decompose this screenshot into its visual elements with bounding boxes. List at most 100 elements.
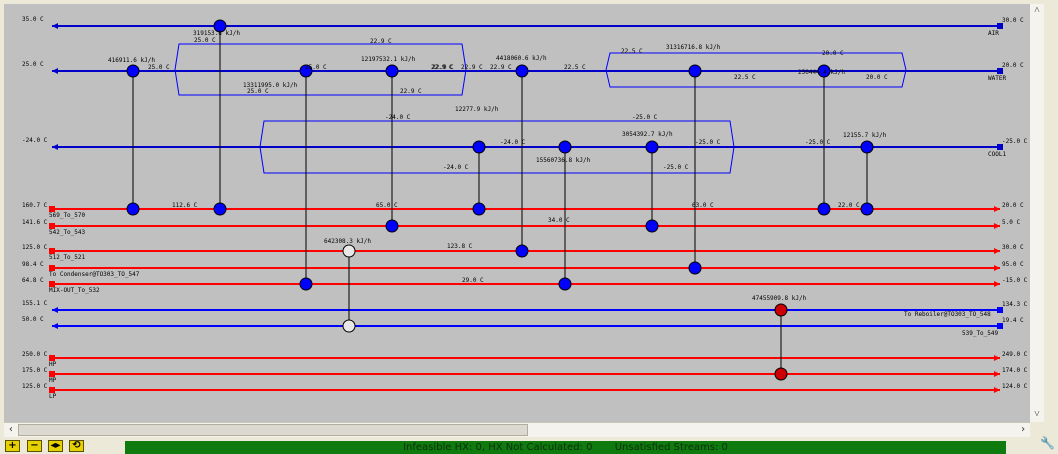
intermediate-temp: 22.5 C <box>734 74 756 81</box>
stream-inlet-temp: 19.4 C <box>1002 317 1024 324</box>
exchanger-node <box>342 244 356 258</box>
heat-exchanger-network-grid[interactable]: 30.0 C 35.0 C AIR 20.0 C 25.0 C WATER -25.0 C -… <box>0 0 1058 454</box>
exchanger-node <box>860 140 874 154</box>
exchanger-node <box>774 367 788 381</box>
intermediate-temp: -25.0 C <box>695 139 721 146</box>
exchanger-node <box>213 202 227 216</box>
exchanger-node <box>817 202 831 216</box>
intermediate-temp: 22.9 C <box>461 64 483 71</box>
exchanger-node <box>860 202 874 216</box>
zoom-in-button[interactable]: + <box>5 440 20 452</box>
stream-label: AIR <box>988 30 999 37</box>
stream-label: To Reboiler@TO303_TO_548 <box>904 311 991 318</box>
status-bar: Infeasible HX: 0, HX Not Calculated: 0 U… <box>125 441 1006 454</box>
stream-outlet-temp: 174.0 C <box>1002 367 1028 374</box>
vertical-scrollbar[interactable]: ˄ ˅ <box>1030 4 1044 422</box>
stream-outlet-temp: 20.0 C <box>1002 202 1024 209</box>
scroll-up-icon[interactable]: ˄ <box>1030 4 1044 18</box>
stream-label: LP <box>49 393 57 400</box>
intermediate-temp: 22.5 C <box>564 64 586 71</box>
exchanger-duty: 319153.8 kJ/h <box>193 30 240 37</box>
stream-outlet-temp: 50.0 C <box>22 316 44 323</box>
intermediate-temp: 22.0 C <box>838 202 860 209</box>
exchanger-duty: 642308.3 kJ/h <box>324 238 371 245</box>
stream-label: MP <box>49 377 57 384</box>
stream-outlet-temp: 155.1 C <box>22 300 48 307</box>
stream-inlet-temp: 30.0 C <box>1002 17 1024 24</box>
exchanger-node <box>385 219 399 233</box>
exchanger-node <box>472 202 486 216</box>
exchanger-node <box>558 277 572 291</box>
stream-inlet-temp: 141.6 C <box>22 219 48 226</box>
intermediate-temp: 25.0 C <box>247 88 269 95</box>
stream-inlet-temp: 160.7 C <box>22 202 48 209</box>
exchanger-node <box>299 277 313 291</box>
exchanger-duty: 250444.4 kJ/h <box>798 69 845 76</box>
exchanger-node <box>385 64 399 78</box>
exchanger-node <box>126 64 140 78</box>
exchanger-node <box>645 140 659 154</box>
intermediate-temp: 63.0 C <box>692 202 714 209</box>
intermediate-temp: 29.0 C <box>462 277 484 284</box>
stream-inlet-temp: 134.3 C <box>1002 301 1028 308</box>
intermediate-temp: 22.9 C <box>431 64 453 71</box>
intermediate-temp: 22.9 C <box>400 88 422 95</box>
stream-inlet-temp: 64.8 C <box>22 277 44 284</box>
stream-outlet-temp: -15.0 C <box>1002 277 1028 284</box>
stream-outlet-temp: 30.0 C <box>1002 244 1024 251</box>
stream-outlet-temp: 35.0 C <box>22 16 44 23</box>
refresh-button[interactable]: ⟲ <box>69 440 84 452</box>
exchanger-duty: 3054392.7 kJ/h <box>622 131 673 138</box>
intermediate-temp: 112.6 C <box>172 202 198 209</box>
intermediate-temp: 20.0 C <box>866 74 888 81</box>
exchanger-duty: 31316716.8 kJ/h <box>666 44 721 51</box>
stream-inlet-temp: -25.0 C <box>1002 138 1028 145</box>
stream-label: HP <box>49 361 57 368</box>
exchanger-node <box>645 219 659 233</box>
intermediate-temp: -25.0 C <box>663 164 689 171</box>
exchanger-node <box>688 261 702 275</box>
exchanger-duty: 12155.7 kJ/h <box>843 132 887 139</box>
exchanger-duty: 12197532.1 kJ/h <box>361 56 416 63</box>
exchanger-node <box>558 140 572 154</box>
stream-inlet-temp: 98.4 C <box>22 261 44 268</box>
zoom-out-button[interactable]: − <box>27 440 42 452</box>
stream-inlet-temp: 125.0 C <box>22 244 48 251</box>
scroll-right-icon[interactable]: › <box>1016 423 1030 437</box>
exchanger-node <box>774 303 788 317</box>
exchanger-node <box>472 140 486 154</box>
intermediate-temp: -24.0 C <box>500 139 526 146</box>
exchanger-duty: 416911.6 kJ/h <box>108 57 155 64</box>
scroll-down-icon[interactable]: ˅ <box>1030 408 1044 422</box>
exchanger-node <box>515 64 529 78</box>
stream-label: 542_To_543 <box>49 229 86 236</box>
exchanger-node <box>342 319 356 333</box>
intermediate-temp: 123.8 C <box>447 243 473 250</box>
stream-label: MIX-OUT_To_532 <box>49 287 100 294</box>
stream-inlet-temp: 175.0 C <box>22 367 48 374</box>
stream-outlet-temp: 25.0 C <box>22 61 44 68</box>
intermediate-temp: -25.0 C <box>632 114 658 121</box>
wrench-icon[interactable]: 🔧 <box>1040 436 1055 450</box>
stream-inlet-temp: 20.0 C <box>1002 62 1024 69</box>
intermediate-temp: 25.0 C <box>148 64 170 71</box>
stream-outlet-temp: -24.0 C <box>22 137 48 144</box>
exchanger-duty: 4418060.6 kJ/h <box>496 55 547 62</box>
intermediate-temp: 65.0 C <box>376 202 398 209</box>
intermediate-temp: -24.0 C <box>443 164 469 171</box>
stream-outlet-temp: 95.0 C <box>1002 261 1024 268</box>
exchanger-node <box>515 244 529 258</box>
exchanger-node <box>688 64 702 78</box>
intermediate-temp: 25.0 C <box>305 64 327 71</box>
intermediate-temp: 22.9 C <box>370 38 392 45</box>
exchanger-duty: 47455909.8 kJ/h <box>752 295 807 302</box>
stream-label: 512_To_521 <box>49 254 86 261</box>
exchanger-node <box>126 202 140 216</box>
intermediate-temp: 25.0 C <box>194 37 216 44</box>
horizontal-scroll-thumb[interactable] <box>18 424 528 436</box>
horizontal-scrollbar[interactable]: ‹ › <box>4 422 1030 437</box>
stream-inlet-temp: 125.0 C <box>22 383 48 390</box>
fit-view-button[interactable]: ◂▸ <box>48 440 63 452</box>
stream-outlet-temp: 5.0 C <box>1002 219 1020 226</box>
scroll-left-icon[interactable]: ‹ <box>4 423 18 437</box>
